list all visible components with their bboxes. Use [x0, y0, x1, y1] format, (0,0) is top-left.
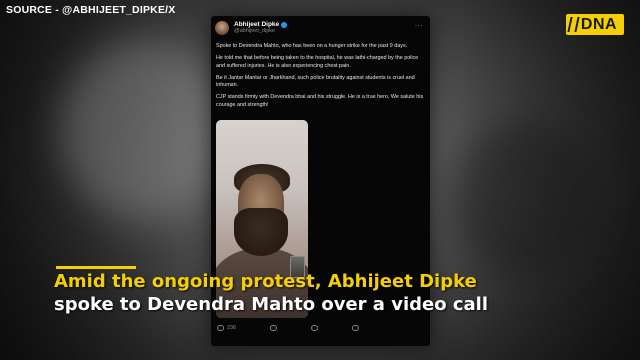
author-name-row: Abhijeet Dipke: [234, 21, 288, 28]
avatar[interactable]: [215, 21, 229, 35]
repost-icon: [270, 325, 278, 331]
background-blur-dark: [450, 120, 600, 280]
reply-count: 236: [227, 325, 237, 331]
caption-subline: spoke to Devendra Mahto over a video cal…: [54, 294, 489, 315]
tweet-paragraph: He told me that before being taken to th…: [216, 55, 419, 69]
source-credit: SOURCE - @ABHIJEET_DIPKE/X: [6, 4, 176, 16]
tweet-paragraph: Be it Jantar Mantar or Jharkhand, such p…: [216, 74, 415, 89]
caption-accent-bar: [56, 266, 136, 269]
tweet-header: Abhijeet Dipke @abhijeet_dipke ···: [215, 21, 425, 41]
tweet-paragraph: Spoke to Devendra Mahto, who has been on…: [216, 43, 408, 49]
caption-headline: Amid the ongoing protest, Abhijeet Dipke: [54, 271, 477, 292]
views-button[interactable]: [352, 325, 360, 331]
author-handle[interactable]: @abhijeet_dipke: [234, 28, 275, 34]
author-name[interactable]: Abhijeet Dipke: [234, 21, 279, 28]
tweet-paragraph: CJP stands firmly with Devendra bhai and…: [216, 94, 424, 108]
person-beard: [234, 208, 288, 256]
dna-logo: DNA: [566, 14, 624, 35]
like-button[interactable]: [311, 325, 319, 331]
background-blur-light: [60, 40, 230, 220]
verified-badge-icon: [281, 21, 288, 28]
views-icon: [352, 325, 360, 331]
dna-logo-text: DNA: [580, 15, 618, 33]
reply-button[interactable]: 236: [217, 325, 236, 331]
repost-button[interactable]: [270, 325, 278, 331]
tweet-actions: 236: [217, 325, 422, 331]
reply-icon: [217, 325, 224, 331]
like-icon: [311, 325, 319, 331]
more-horizontal-icon[interactable]: ···: [415, 22, 423, 30]
tweet-text: Spoke to Devendra Mahto, who has been on…: [216, 43, 426, 114]
